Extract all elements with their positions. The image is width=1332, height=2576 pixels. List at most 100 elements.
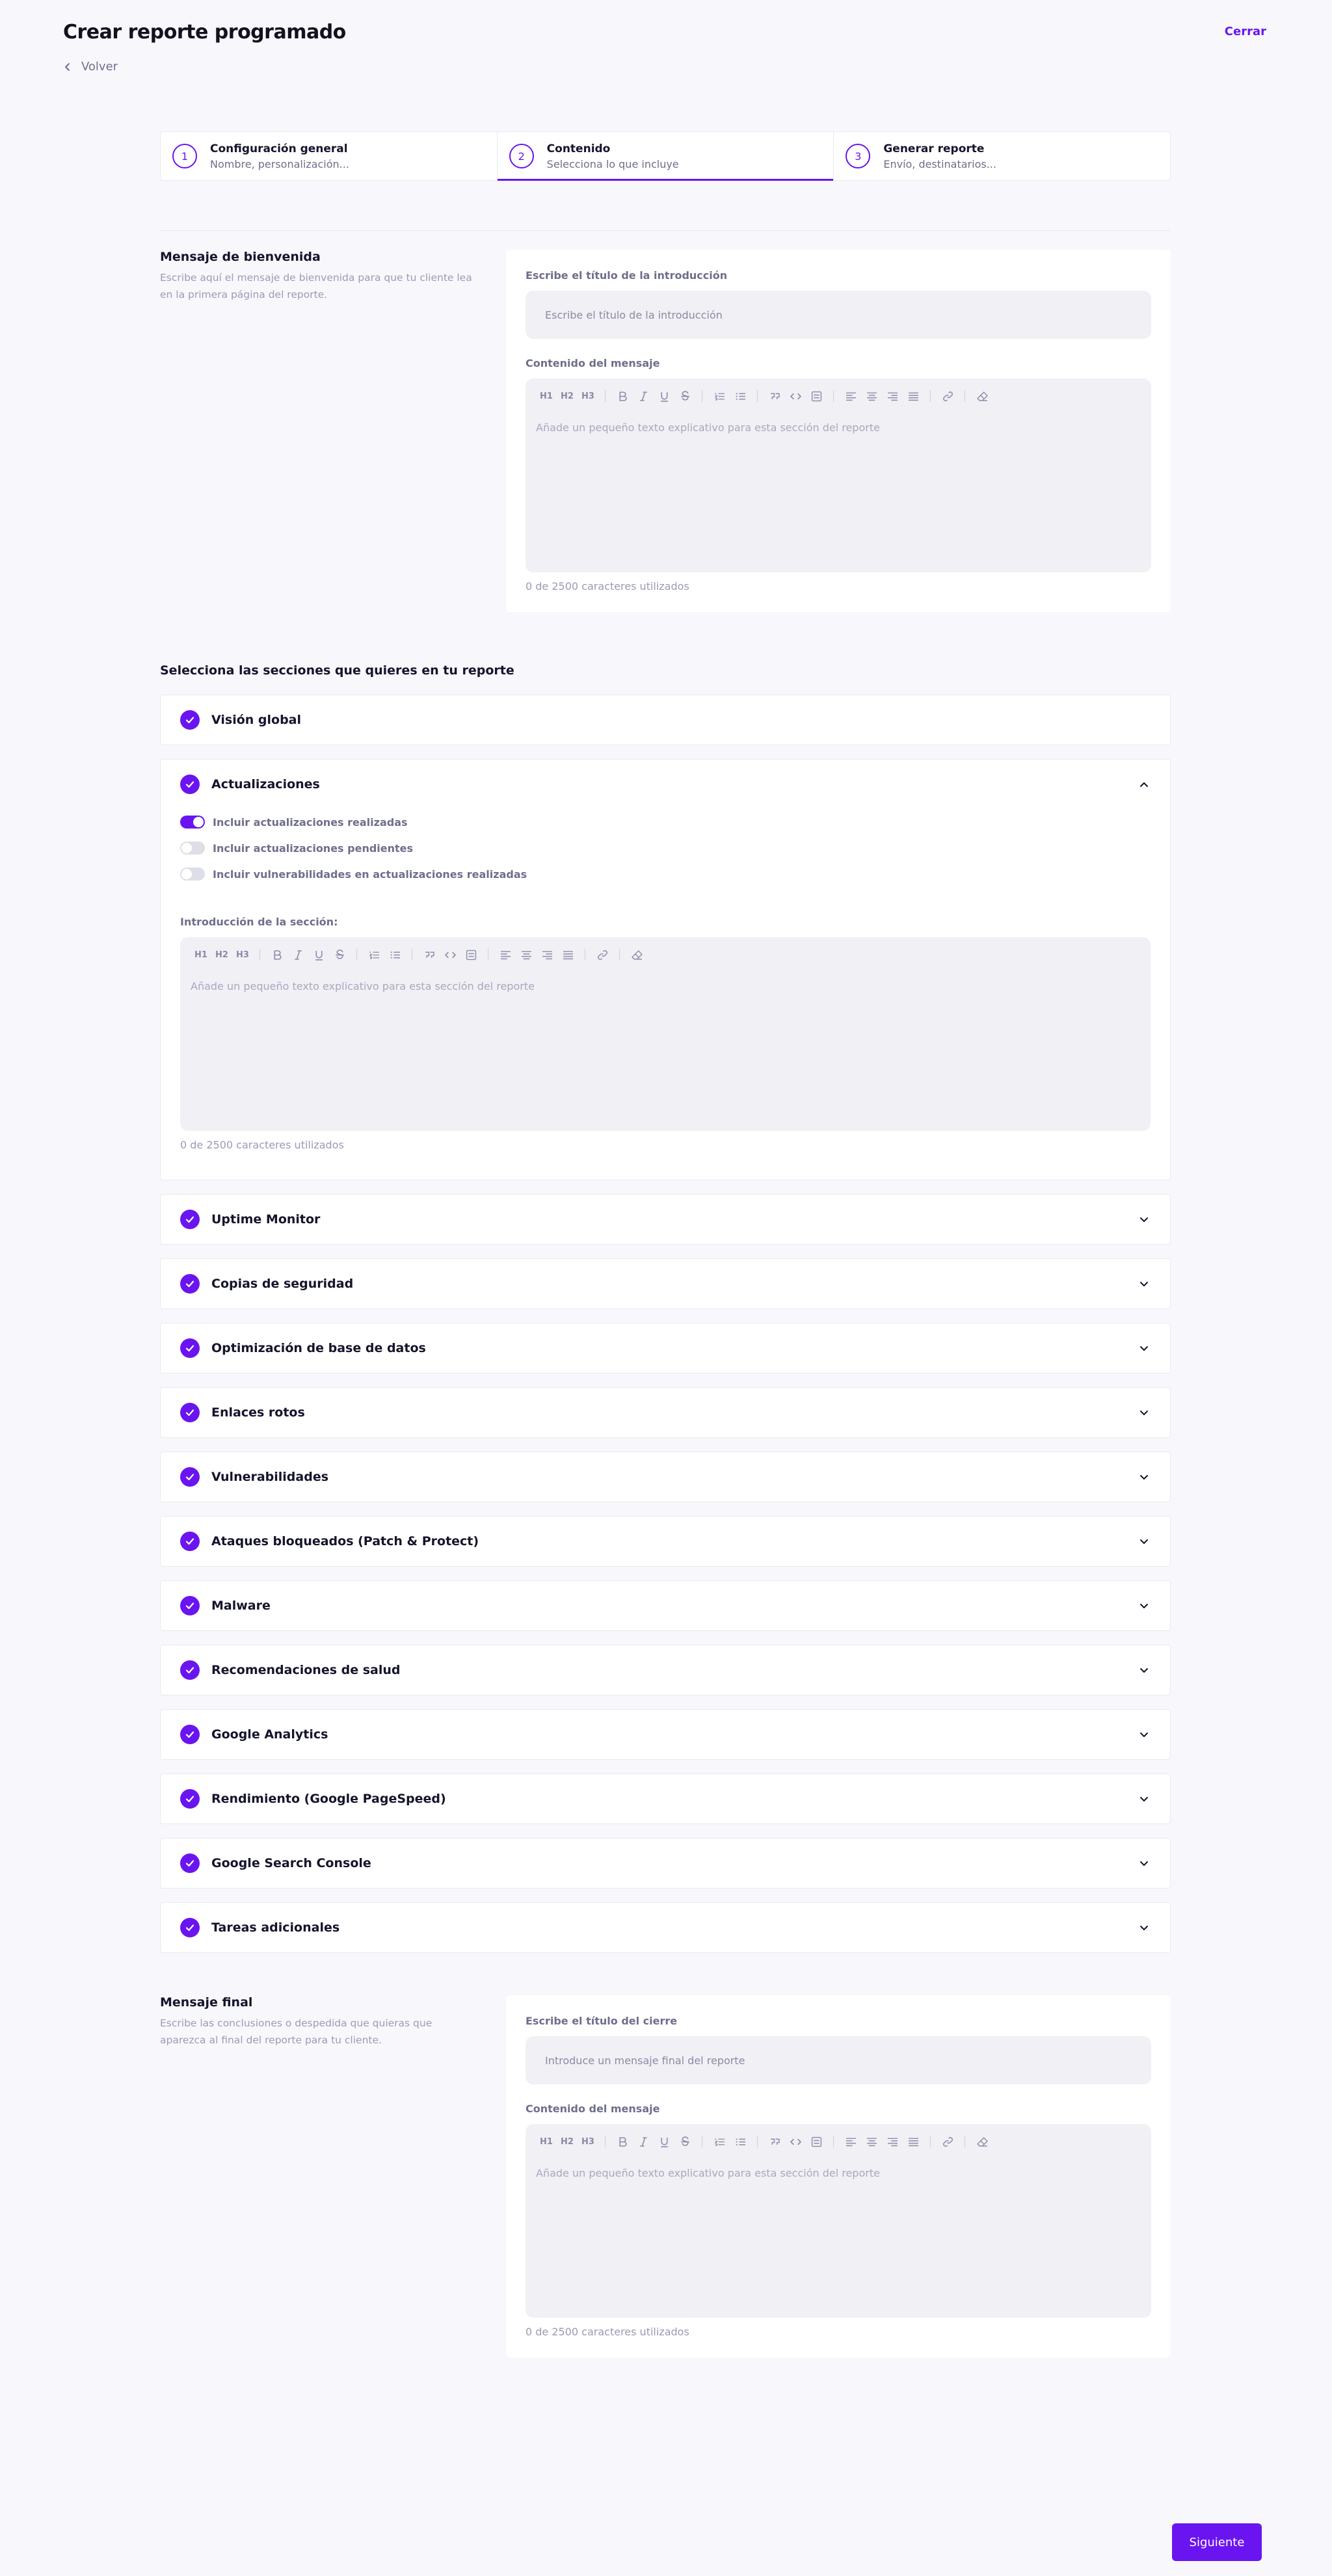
heading-1-button[interactable]: H1 (536, 2131, 557, 2152)
final-editor[interactable]: H1 H2 H3 Añade un pequeño texto explicat… (526, 2124, 1151, 2318)
eraser-icon[interactable] (626, 944, 647, 965)
welcome-title-input[interactable]: Escribe el título de la introducción (526, 291, 1151, 339)
section-row[interactable]: Enlaces rotos (160, 1387, 1171, 1438)
chevron-down-icon[interactable] (1138, 1277, 1151, 1290)
section-row[interactable]: Vulnerabilidades (160, 1452, 1171, 1502)
section-header[interactable]: Actualizaciones (161, 760, 1170, 809)
code-block-icon[interactable] (806, 386, 827, 406)
quote-icon[interactable] (419, 944, 440, 965)
section-intro-editor[interactable]: H1 H2 H3 Añade un pequeño texto explicat… (180, 937, 1151, 1131)
check-icon[interactable] (180, 1274, 200, 1294)
welcome-editor[interactable]: H1 H2 H3 Añade un pequeño texto explicat… (526, 378, 1151, 572)
italic-icon[interactable] (633, 386, 654, 406)
chevron-down-icon[interactable] (1138, 1599, 1151, 1612)
toggle-switch[interactable] (180, 868, 205, 881)
section-row[interactable]: Tareas adicionales (160, 1902, 1171, 1953)
bold-icon[interactable] (267, 944, 287, 965)
chevron-down-icon[interactable] (1138, 1535, 1151, 1548)
chevron-down-icon[interactable] (1138, 1921, 1151, 1934)
align-left-icon[interactable] (840, 2131, 861, 2152)
check-icon[interactable] (180, 1725, 200, 1744)
align-left-icon[interactable] (840, 386, 861, 406)
align-justify-icon[interactable] (903, 386, 924, 406)
strikethrough-icon[interactable] (329, 944, 350, 965)
italic-icon[interactable] (287, 944, 308, 965)
back-link[interactable]: Volver (63, 60, 118, 73)
bullet-list-icon[interactable] (384, 944, 405, 965)
align-left-icon[interactable] (495, 944, 516, 965)
check-icon[interactable] (180, 1532, 200, 1551)
heading-1-button[interactable]: H1 (191, 944, 211, 965)
check-icon[interactable] (180, 1660, 200, 1680)
toggle-switch[interactable] (180, 842, 205, 855)
check-icon[interactable] (180, 1338, 200, 1358)
check-icon[interactable] (180, 1918, 200, 1937)
strikethrough-icon[interactable] (674, 386, 695, 406)
heading-3-button[interactable]: H3 (578, 2131, 598, 2152)
bold-icon[interactable] (612, 386, 633, 406)
section-row[interactable]: Ataques bloqueados (Patch & Protect) (160, 1516, 1171, 1567)
chevron-down-icon[interactable] (1138, 1213, 1151, 1226)
check-icon[interactable] (180, 1853, 200, 1873)
align-right-icon[interactable] (882, 386, 903, 406)
heading-2-button[interactable]: H2 (557, 2131, 578, 2152)
section-row[interactable]: Malware (160, 1580, 1171, 1631)
underline-icon[interactable] (654, 2131, 674, 2152)
align-right-icon[interactable] (882, 2131, 903, 2152)
close-link[interactable]: Cerrar (1225, 25, 1266, 38)
code-icon[interactable] (440, 944, 460, 965)
quote-icon[interactable] (764, 2131, 785, 2152)
strikethrough-icon[interactable] (674, 2131, 695, 2152)
link-icon[interactable] (937, 2131, 958, 2152)
chevron-down-icon[interactable] (1138, 1470, 1151, 1483)
check-icon[interactable] (180, 1210, 200, 1229)
align-center-icon[interactable] (516, 944, 537, 965)
bold-icon[interactable] (612, 2131, 633, 2152)
check-icon[interactable] (180, 1789, 200, 1809)
section-row[interactable]: Recomendaciones de salud (160, 1645, 1171, 1695)
bullet-list-icon[interactable] (730, 2131, 751, 2152)
section-row[interactable]: Optimización de base de datos (160, 1323, 1171, 1374)
heading-1-button[interactable]: H1 (536, 386, 557, 406)
underline-icon[interactable] (654, 386, 674, 406)
code-icon[interactable] (785, 386, 806, 406)
chevron-down-icon[interactable] (1138, 1342, 1151, 1355)
heading-3-button[interactable]: H3 (578, 386, 598, 406)
align-center-icon[interactable] (861, 386, 882, 406)
chevron-down-icon[interactable] (1138, 1857, 1151, 1870)
section-vision-global[interactable]: Visión global (160, 695, 1171, 745)
underline-icon[interactable] (308, 944, 329, 965)
align-center-icon[interactable] (861, 2131, 882, 2152)
toggle-switch[interactable] (180, 816, 205, 829)
align-right-icon[interactable] (537, 944, 557, 965)
code-block-icon[interactable] (806, 2131, 827, 2152)
quote-icon[interactable] (764, 386, 785, 406)
italic-icon[interactable] (633, 2131, 654, 2152)
heading-2-button[interactable]: H2 (557, 386, 578, 406)
chevron-down-icon[interactable] (1138, 1728, 1151, 1741)
ordered-list-icon[interactable] (364, 944, 384, 965)
code-block-icon[interactable] (460, 944, 481, 965)
link-icon[interactable] (937, 386, 958, 406)
next-button[interactable]: Siguiente (1172, 2523, 1262, 2561)
heading-2-button[interactable]: H2 (211, 944, 232, 965)
step-generate[interactable]: 3 Generar reporte Envío, destinatarios..… (834, 132, 1170, 180)
chevron-down-icon[interactable] (1138, 1792, 1151, 1805)
section-row[interactable]: Uptime Monitor (160, 1194, 1171, 1245)
link-icon[interactable] (592, 944, 613, 965)
code-icon[interactable] (785, 2131, 806, 2152)
eraser-icon[interactable] (972, 2131, 992, 2152)
align-justify-icon[interactable] (557, 944, 578, 965)
eraser-icon[interactable] (972, 386, 992, 406)
align-justify-icon[interactable] (903, 2131, 924, 2152)
final-title-input[interactable]: Introduce un mensaje final del reporte (526, 2036, 1151, 2084)
check-icon[interactable] (180, 1596, 200, 1615)
section-row[interactable]: Google Analytics (160, 1709, 1171, 1760)
step-general[interactable]: 1 Configuración general Nombre, personal… (161, 132, 498, 180)
check-icon[interactable] (180, 1403, 200, 1422)
section-row[interactable]: Google Search Console (160, 1838, 1171, 1889)
chevron-down-icon[interactable] (1138, 1664, 1151, 1677)
section-row[interactable]: Rendimiento (Google PageSpeed) (160, 1773, 1171, 1824)
section-row[interactable]: Copias de seguridad (160, 1258, 1171, 1309)
check-icon[interactable] (180, 775, 200, 794)
